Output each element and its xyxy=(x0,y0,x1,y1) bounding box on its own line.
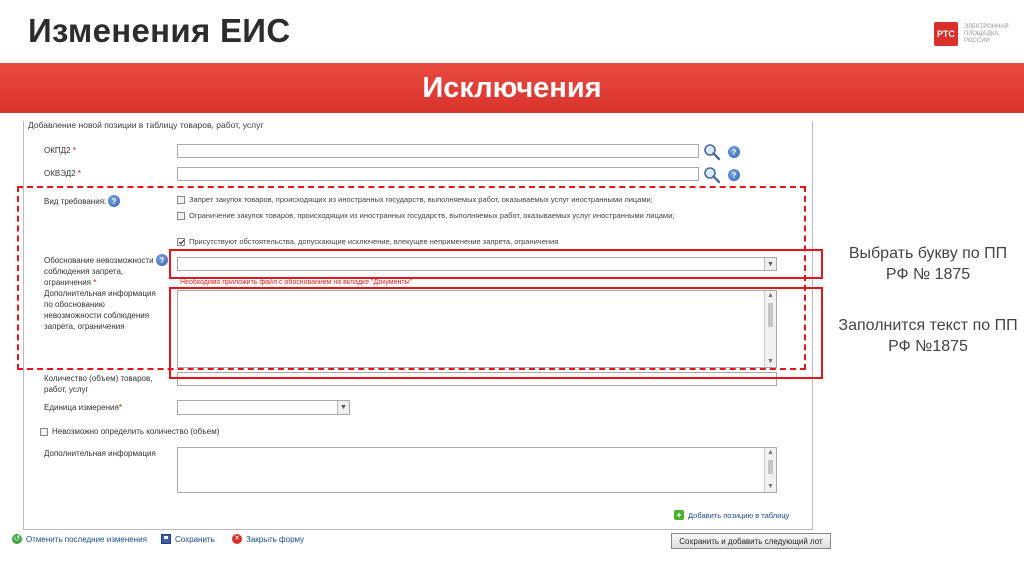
note-text-filled: Заполнится текст по ПП РФ №1875 xyxy=(838,317,1018,355)
extra-info-label: Дополнительная информация xyxy=(44,449,156,458)
chevron-down-icon[interactable]: ▼ xyxy=(337,401,349,414)
rts-logo: РТС ЭЛЕКТРОННАЯ ПЛОЩАДКА РОССИИ xyxy=(934,22,1016,46)
save-button[interactable]: Сохранить xyxy=(161,534,215,544)
cannot-determine[interactable]: Невозможно определить количество (объем) xyxy=(40,427,219,436)
logo-mark: РТС xyxy=(934,22,958,46)
unit-select[interactable]: ▼ xyxy=(177,400,350,415)
save-and-add-next-button[interactable]: Сохранить и добавить следующий лот xyxy=(671,533,831,549)
plus-icon: + xyxy=(674,510,684,520)
help-icon[interactable]: ? xyxy=(728,146,740,158)
help-icon[interactable]: ? xyxy=(728,169,740,181)
add-position-link[interactable]: + Добавить позицию в таблицу xyxy=(674,510,789,520)
undo-label: Отменить последние изменения xyxy=(26,534,147,544)
quantity-label: Количество (объем) товаров, работ, услуг xyxy=(44,374,153,394)
search-icon[interactable] xyxy=(703,143,721,161)
logo-text: ЭЛЕКТРОННАЯ ПЛОЩАДКА РОССИИ xyxy=(964,23,1009,44)
close-icon: ✕ xyxy=(232,534,242,544)
close-form-label: Закрыть форму xyxy=(246,534,305,544)
undo-icon: ↺ xyxy=(12,534,22,544)
okved2-input[interactable] xyxy=(177,167,699,181)
floppy-disk-icon xyxy=(161,534,171,544)
okpd2-label: ОКПД2 * xyxy=(44,146,76,155)
textarea-scrollbar[interactable]: ▲ ▼ xyxy=(764,448,776,492)
unit-label: Единица измерения* xyxy=(44,403,122,412)
highlight-justification-select xyxy=(169,249,823,279)
highlight-extra-justification xyxy=(169,287,823,379)
cannot-determine-label: Невозможно определить количество (объем) xyxy=(52,427,220,436)
search-icon[interactable] xyxy=(703,166,721,184)
form-header: Добавление новой позиции в таблицу товар… xyxy=(28,120,264,130)
section-title: Исключения xyxy=(422,71,602,104)
slide-title: Изменения ЕИС xyxy=(28,12,291,49)
note-select-letter: Выбрать букву по ПП РФ № 1875 xyxy=(848,245,1008,283)
okved2-label: ОКВЭД2 * xyxy=(44,169,81,178)
okpd2-input[interactable] xyxy=(177,144,699,158)
extra-info-textarea[interactable]: ▲ ▼ xyxy=(177,447,777,493)
scroll-down-icon[interactable]: ▼ xyxy=(767,483,774,491)
add-position-label: Добавить позицию в таблицу xyxy=(688,510,790,520)
cannot-determine-checkbox[interactable] xyxy=(40,427,48,436)
close-form-button[interactable]: ✕ Закрыть форму xyxy=(232,534,304,544)
scroll-thumb[interactable] xyxy=(768,460,773,474)
save-label: Сохранить xyxy=(175,534,215,544)
scroll-up-icon[interactable]: ▲ xyxy=(767,449,774,457)
section-banner: Исключения xyxy=(0,63,1024,113)
undo-button[interactable]: ↺ Отменить последние изменения xyxy=(12,534,147,544)
